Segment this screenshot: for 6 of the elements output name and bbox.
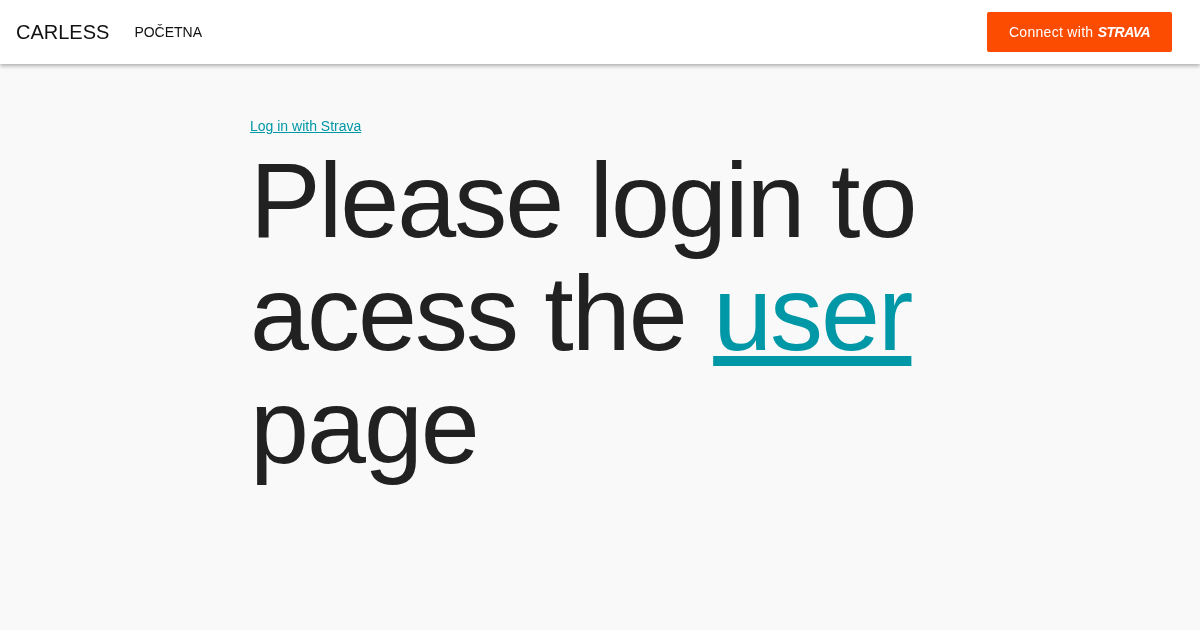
connect-strava-button[interactable]: Connect with STRAVA: [987, 12, 1172, 52]
login-link[interactable]: Log in with Strava: [250, 118, 362, 134]
page-heading: Please login to acess the user page: [250, 144, 917, 483]
user-link[interactable]: user: [713, 254, 912, 372]
nav-link[interactable]: POČETNA: [134, 24, 203, 40]
site-logo[interactable]: CARLESS: [16, 20, 110, 44]
